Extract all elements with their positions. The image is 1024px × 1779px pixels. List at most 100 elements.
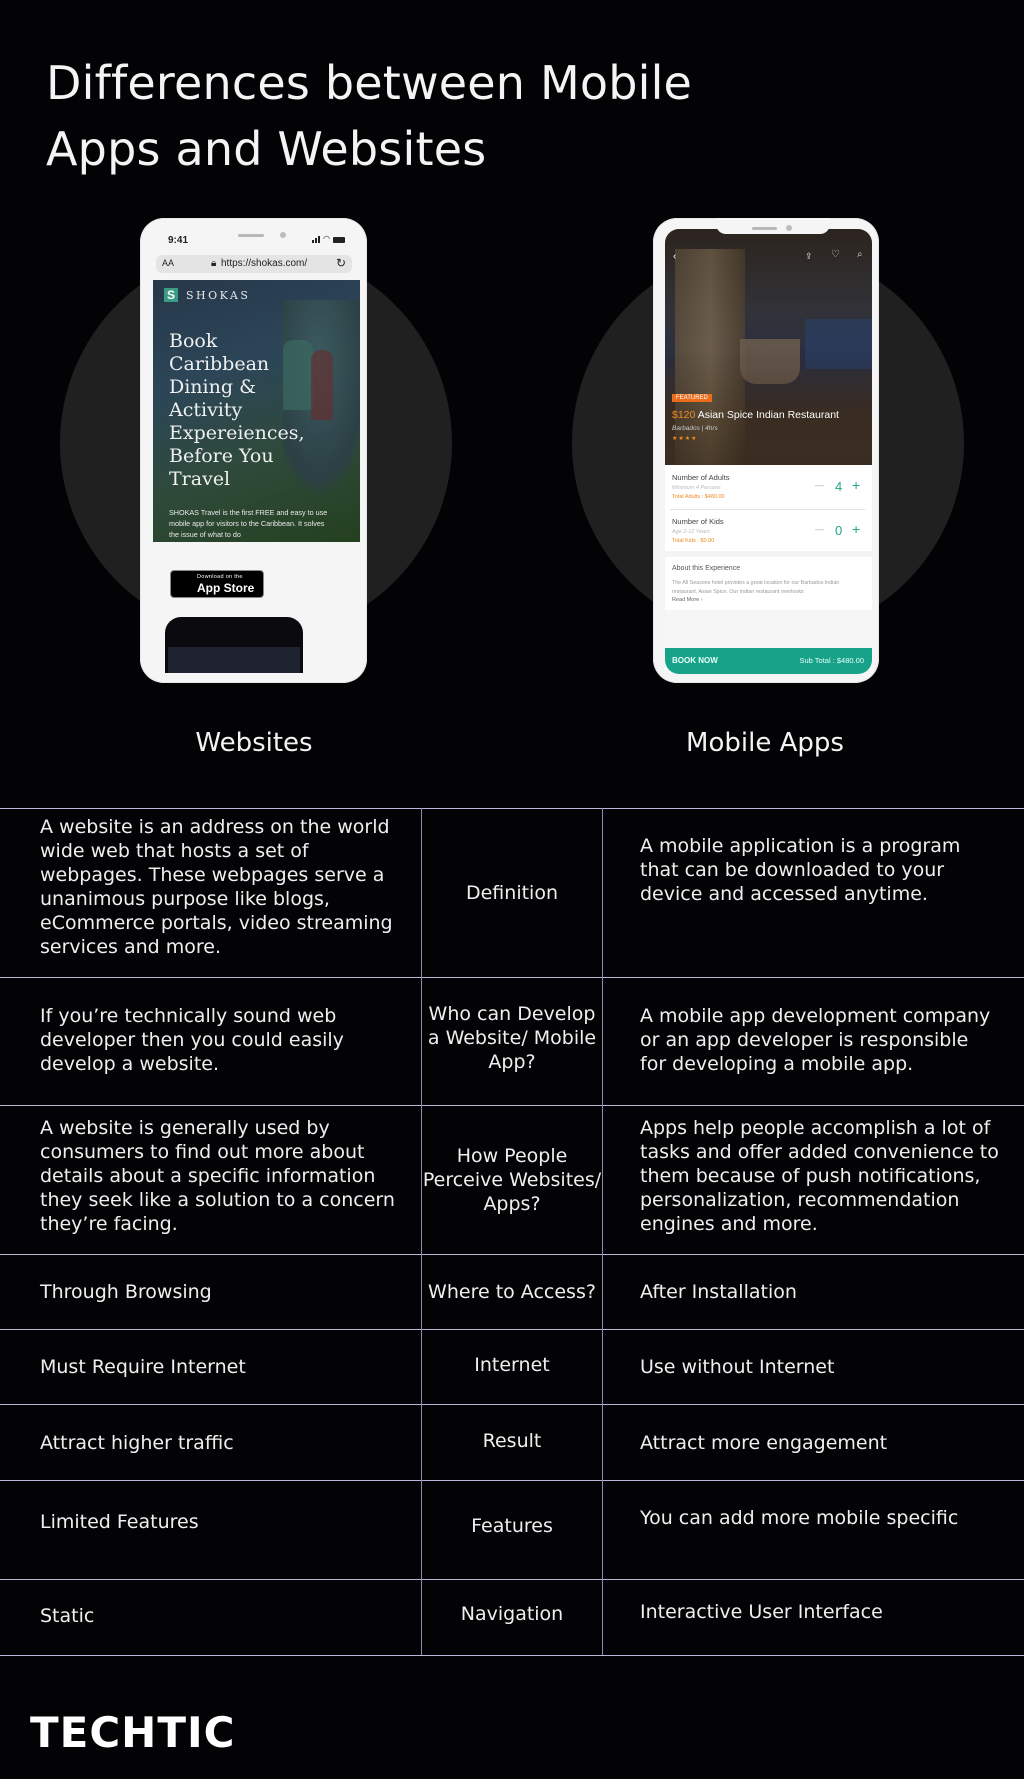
book-now-button[interactable]: BOOK NOW xyxy=(672,656,718,665)
section-gap xyxy=(665,551,872,557)
url-text[interactable]: https://shokas.com/ xyxy=(221,258,307,269)
table-cell-aspect: Internet xyxy=(474,1354,550,1376)
table-cell-app: Use without Internet xyxy=(640,1356,835,1378)
rating-stars: ★★★★ xyxy=(672,435,698,442)
mini-phone-preview xyxy=(165,617,303,673)
headline-line: Caribbean xyxy=(169,353,270,375)
table-cell-app: After Installation xyxy=(640,1281,797,1303)
wifi-icon: ◠ xyxy=(323,234,330,243)
techtic-logo: TECHTIC xyxy=(30,1708,236,1757)
divider xyxy=(670,509,865,510)
shokas-brand: SHOKAS xyxy=(186,289,251,302)
table-cell-aspect: Where to Access? xyxy=(428,1281,596,1303)
chevron-right-icon: › xyxy=(700,597,703,603)
read-more-link[interactable]: Read More › xyxy=(672,597,703,603)
speaker xyxy=(752,227,777,230)
page-title: Differences between Mobile Apps and Webs… xyxy=(46,50,746,182)
reload-icon[interactable]: ↻ xyxy=(336,256,346,270)
headline-line: Before You xyxy=(169,445,274,467)
table-cell-aspect: How People Perceive Websites/ Apps? xyxy=(422,1145,602,1215)
adults-total: Total Adults : $480.00 xyxy=(672,494,725,500)
kids-sub: Age 2-12 Years xyxy=(672,529,710,535)
table-cell-website: Must Require Internet xyxy=(40,1356,246,1378)
about-title: About this Experience xyxy=(672,565,741,572)
kids-total: Total Kids : $0.00 xyxy=(672,538,715,544)
table-column-line xyxy=(602,808,603,1655)
table-cell-app: A mobile app development company or an a… xyxy=(640,1005,991,1075)
table-cell-aspect: Navigation xyxy=(460,1603,564,1625)
table-cell-app: You can add more mobile specific xyxy=(640,1507,959,1529)
kids-count: 0 xyxy=(835,523,843,538)
adults-count: 4 xyxy=(835,479,843,494)
kids-plus-button[interactable]: + xyxy=(852,521,860,537)
table-cell-aspect: Result xyxy=(482,1429,542,1452)
table-cell-app: Attract more engagement xyxy=(640,1431,888,1454)
app-store-small-text: Download on the xyxy=(197,574,243,580)
price: $120 xyxy=(672,409,696,421)
speaker xyxy=(238,234,264,237)
lock-icon: 🔒︎ xyxy=(211,258,217,269)
kids-minus-button[interactable]: — xyxy=(815,524,824,534)
table-line xyxy=(0,1655,1024,1656)
adults-sub: Minimum 4 Persons xyxy=(672,485,721,491)
shokas-logo-icon: S xyxy=(164,288,178,302)
restaurant-hero-image: ‹ ⇪ ♡ ⌕ FEATURED $120 Asian Spice Indian… xyxy=(665,229,872,465)
headline-line: Dining & xyxy=(169,376,256,398)
restaurant-meta: Barbados | 4hrs xyxy=(672,425,718,432)
signal-icon xyxy=(312,236,320,243)
table-cell-app: Apps help people accomplish a lot of tas… xyxy=(640,1117,999,1235)
kids-label: Number of Kids xyxy=(672,517,724,526)
mobile-apps-column-label: Mobile Apps xyxy=(686,728,844,758)
hero-headline: Book Caribbean Dining & Activity Experei… xyxy=(169,330,305,491)
adults-minus-button[interactable]: — xyxy=(815,480,824,490)
headline-line: Book xyxy=(169,330,218,352)
table-cell-website: Attract higher traffic xyxy=(40,1431,234,1454)
table-cell-website: A website is an address on the world wid… xyxy=(40,816,393,958)
share-icon[interactable]: ⇪ xyxy=(805,251,813,262)
title-line-1: Differences between Mobile xyxy=(46,56,693,110)
status-time: 9:41 xyxy=(168,235,189,246)
about-text: The All Seasons hotel provides a great l… xyxy=(672,580,840,595)
table-cell-aspect: Definition xyxy=(465,882,558,904)
table-cell-website: Static xyxy=(40,1605,95,1627)
table-cell-website: If you’re technically sound web develope… xyxy=(40,1005,344,1075)
adults-plus-button[interactable]: + xyxy=(852,477,860,493)
table-cell-website: Through Browsing xyxy=(40,1281,212,1303)
status-icons: ◠ xyxy=(312,235,345,243)
camera xyxy=(280,232,286,238)
search-icon[interactable]: ⌕ xyxy=(857,249,863,260)
notch xyxy=(716,218,830,234)
mini-phone-screen xyxy=(168,647,300,673)
restaurant-name: Asian Spice Indian Restaurant xyxy=(697,409,839,421)
title-line-2: Apps and Websites xyxy=(46,122,487,176)
table-cell-website: Limited Features xyxy=(40,1511,199,1533)
location: Barbados xyxy=(672,425,700,432)
table-line xyxy=(0,1480,1024,1481)
hero-description: SHOKAS Travel is the first FREE and easy… xyxy=(169,508,328,539)
restaurant-title: $120 Asian Spice Indian Restaurant xyxy=(672,409,839,421)
featured-badge: FEATURED xyxy=(672,394,712,402)
table-cell-aspect: Features xyxy=(471,1515,553,1537)
website-phone-mockup: 9:41 ◠ AA 🔒︎ https://shokas.com/ ↻ S SHO… xyxy=(140,218,367,683)
app-store-big-text: App Store xyxy=(197,581,255,595)
text-size-button[interactable]: AA xyxy=(162,258,174,268)
heart-icon[interactable]: ♡ xyxy=(831,249,840,260)
table-cell-website: A website is generally used by consumers… xyxy=(40,1117,395,1235)
spacer xyxy=(665,610,872,650)
sub-total: Sub Total : $480.00 xyxy=(799,656,865,665)
table-cell-app: Interactive User Interface xyxy=(640,1601,883,1623)
browser-url-bar[interactable]: AA 🔒︎ https://shokas.com/ ↻ xyxy=(156,255,352,273)
website-hero-image: S SHOKAS Book Caribbean Dining & Activit… xyxy=(153,280,360,542)
headline-line: Activity xyxy=(169,399,243,421)
camera xyxy=(786,225,792,231)
websites-column-label: Websites xyxy=(195,728,313,758)
table-cell-aspect: Who can Develop a Website/ Mobile App? xyxy=(427,1003,597,1073)
booking-form: Number of Adults Minimum 4 Persons Total… xyxy=(665,465,872,670)
back-icon[interactable]: ‹ xyxy=(673,251,676,262)
table-cell-app: A mobile application is a program that c… xyxy=(640,835,961,905)
app-store-button[interactable]: Download on the App Store xyxy=(170,570,264,598)
duration: 4hrs xyxy=(705,425,718,432)
book-now-bar[interactable]: BOOK NOW Sub Total : $480.00 xyxy=(665,648,872,674)
app-phone-mockup: ‹ ⇪ ♡ ⌕ FEATURED $120 Asian Spice Indian… xyxy=(653,218,879,683)
person-figure-2 xyxy=(311,350,333,420)
